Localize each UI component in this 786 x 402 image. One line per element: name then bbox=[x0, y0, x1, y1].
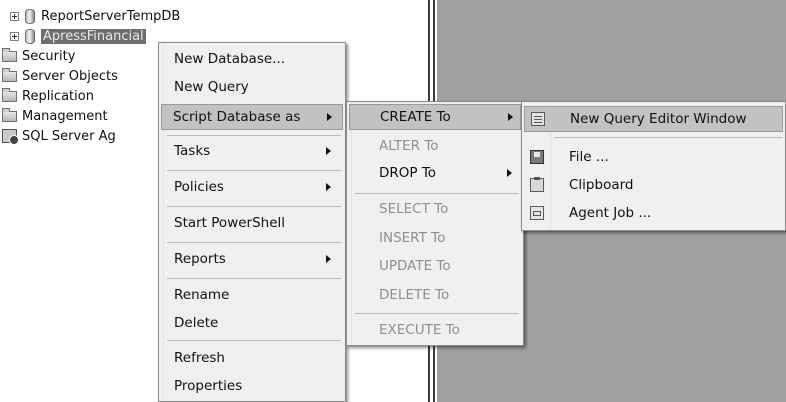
tree-node-label: SQL Server Ag bbox=[22, 128, 116, 144]
menu-item-label: New Query Editor Window bbox=[570, 111, 747, 127]
submenu-arrow-icon bbox=[326, 255, 331, 263]
menu-item-label: Tasks bbox=[174, 143, 211, 159]
menu-item-script-database-as[interactable]: Script Database as bbox=[161, 104, 343, 130]
menu-item-label: SELECT To bbox=[379, 201, 449, 217]
menu-item-label: New Query bbox=[174, 79, 249, 95]
sql-agent-icon bbox=[2, 129, 19, 145]
menu-item-start-powershell[interactable]: Start PowerShell bbox=[161, 210, 343, 236]
database-icon bbox=[25, 28, 35, 44]
menu-item-label: CREATE To bbox=[380, 109, 451, 125]
menu-item-label: Policies bbox=[174, 179, 224, 195]
menu-separator bbox=[167, 278, 341, 279]
context-menu: New Database... New Query Script Databas… bbox=[158, 42, 346, 402]
tree-node-security[interactable]: Security bbox=[2, 46, 75, 66]
menu-separator bbox=[355, 313, 519, 314]
menu-item-label: INSERT To bbox=[379, 230, 446, 246]
folder-icon bbox=[2, 67, 17, 82]
menu-item-label: Script Database as bbox=[173, 109, 301, 125]
menu-item-new-query-editor-window[interactable]: New Query Editor Window bbox=[524, 106, 783, 132]
folder-icon bbox=[2, 87, 17, 102]
menu-separator bbox=[554, 137, 783, 138]
menu-separator bbox=[167, 206, 341, 207]
menu-item-insert-to: INSERT To bbox=[349, 225, 521, 251]
tree-node-label: ReportServerTempDB bbox=[41, 8, 181, 24]
menu-item-select-to: SELECT To bbox=[349, 196, 521, 222]
menu-separator bbox=[167, 135, 341, 136]
menu-item-create-to[interactable]: CREATE To bbox=[349, 104, 521, 130]
menu-item-label: Delete bbox=[174, 315, 219, 331]
menu-item-label: EXECUTE To bbox=[379, 322, 460, 338]
menu-item-label: DELETE To bbox=[379, 287, 450, 303]
menu-item-label: Clipboard bbox=[569, 177, 634, 193]
tree-node-label: ApressFinancial bbox=[41, 28, 146, 44]
agent-job-icon bbox=[530, 206, 544, 220]
menu-item-alter-to: ALTER To bbox=[349, 133, 521, 159]
menu-item-label: DROP To bbox=[379, 165, 437, 181]
menu-item-tasks[interactable]: Tasks bbox=[161, 138, 343, 164]
menu-item-delete-to: DELETE To bbox=[349, 282, 521, 308]
menu-item-clipboard[interactable]: Clipboard bbox=[524, 172, 783, 198]
menu-item-agent-job[interactable]: Agent Job ... bbox=[524, 200, 783, 226]
menu-item-label: ALTER To bbox=[379, 138, 439, 154]
menu-separator bbox=[167, 242, 341, 243]
tree-node-label: Security bbox=[22, 48, 76, 64]
menu-item-label: File ... bbox=[569, 149, 609, 165]
tree-node-sql-server-agent[interactable]: SQL Server Ag bbox=[2, 126, 116, 146]
menu-item-file[interactable]: File ... bbox=[524, 144, 783, 170]
menu-item-delete[interactable]: Delete bbox=[161, 310, 343, 336]
menu-item-label: Reports bbox=[174, 251, 226, 267]
menu-item-new-database[interactable]: New Database... bbox=[161, 46, 343, 72]
tree-node-replication[interactable]: Replication bbox=[2, 86, 94, 106]
menu-item-update-to: UPDATE To bbox=[349, 253, 521, 279]
submenu-arrow-icon bbox=[507, 169, 512, 177]
tree-node-server-objects[interactable]: Server Objects bbox=[2, 66, 118, 86]
menu-item-properties[interactable]: Properties bbox=[161, 373, 343, 399]
menu-item-policies[interactable]: Policies bbox=[161, 174, 343, 200]
expand-icon[interactable] bbox=[10, 31, 19, 41]
tree-node-management[interactable]: Management bbox=[2, 106, 108, 126]
menu-separator bbox=[167, 340, 341, 341]
tree-node-label: Management bbox=[22, 108, 108, 124]
save-file-icon bbox=[530, 150, 544, 164]
submenu-arrow-icon bbox=[326, 147, 331, 155]
folder-icon bbox=[2, 107, 17, 122]
folder-icon bbox=[2, 47, 17, 62]
menu-item-new-query[interactable]: New Query bbox=[161, 74, 343, 100]
menu-item-rename[interactable]: Rename bbox=[161, 282, 343, 308]
menu-item-label: Start PowerShell bbox=[174, 215, 286, 231]
submenu-arrow-icon bbox=[327, 113, 332, 121]
submenu-arrow-icon bbox=[508, 113, 513, 121]
menu-item-label: Properties bbox=[174, 378, 243, 394]
menu-item-drop-to[interactable]: DROP To bbox=[349, 160, 521, 186]
menu-item-label: UPDATE To bbox=[379, 258, 451, 274]
menu-item-label: Rename bbox=[174, 287, 230, 303]
menu-separator bbox=[167, 170, 341, 171]
database-icon bbox=[25, 8, 35, 24]
menu-item-refresh[interactable]: Refresh bbox=[161, 345, 343, 371]
menu-item-label: New Database... bbox=[174, 51, 286, 67]
expand-icon[interactable] bbox=[10, 11, 19, 21]
tree-node-apressfinancial[interactable]: ApressFinancial bbox=[10, 26, 146, 46]
submenu-arrow-icon bbox=[326, 183, 331, 191]
tree-node-label: Server Objects bbox=[22, 68, 118, 84]
script-database-submenu: CREATE To ALTER To DROP To SELECT To INS… bbox=[346, 101, 524, 346]
menu-item-label: Refresh bbox=[174, 350, 225, 366]
tree-node-label: Replication bbox=[22, 88, 94, 104]
menu-item-execute-to: EXECUTE To bbox=[349, 317, 521, 343]
menu-item-label: Agent Job ... bbox=[569, 205, 652, 221]
query-window-icon bbox=[531, 112, 545, 126]
clipboard-icon bbox=[530, 177, 544, 192]
menu-separator bbox=[355, 193, 519, 194]
tree-node-reportservertempdb[interactable]: ReportServerTempDB bbox=[10, 6, 180, 26]
create-to-submenu: New Query Editor Window File ... Clipboa… bbox=[521, 101, 786, 231]
menu-item-reports[interactable]: Reports bbox=[161, 246, 343, 272]
